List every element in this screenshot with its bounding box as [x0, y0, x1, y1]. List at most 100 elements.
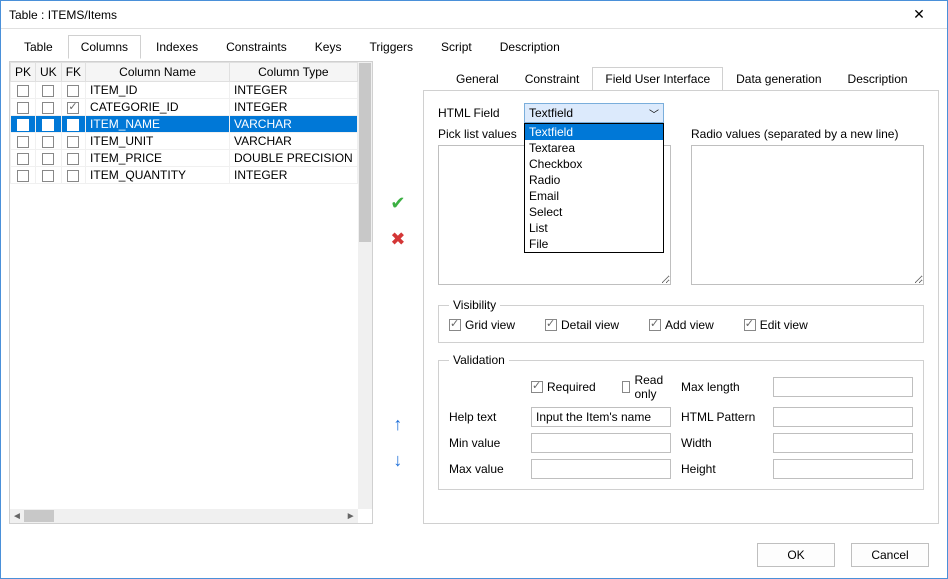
close-button[interactable]: ✕ — [899, 1, 939, 29]
column-type-cell[interactable]: INTEGER — [230, 167, 358, 184]
combo-option[interactable]: Textfield — [525, 124, 663, 140]
property-tabs: GeneralConstraintField User InterfaceDat… — [423, 61, 939, 91]
height-input[interactable] — [773, 459, 913, 479]
table-row[interactable]: ITEM_UNITVARCHAR — [11, 133, 358, 150]
uk-checkbox[interactable] — [42, 153, 54, 165]
html-field-dropdown[interactable]: TextfieldTextareaCheckboxRadioEmailSelec… — [524, 123, 664, 253]
subtab-constraint[interactable]: Constraint — [512, 67, 593, 91]
main-tabs: TableColumnsIndexesConstraintsKeysTrigge… — [1, 29, 947, 61]
titlebar: Table : ITEMS/Items ✕ — [1, 1, 947, 29]
col-header-fk[interactable]: FK — [61, 63, 85, 82]
subtab-description[interactable]: Description — [835, 67, 921, 91]
editview-checkbox[interactable]: Edit view — [744, 318, 808, 332]
fk-checkbox[interactable] — [67, 119, 79, 131]
readonly-checkbox[interactable]: Read only — [622, 373, 671, 401]
subtab-field-user-interface[interactable]: Field User Interface — [592, 67, 723, 91]
tab-constraints[interactable]: Constraints — [213, 35, 300, 59]
minvalue-input[interactable] — [531, 433, 671, 453]
combo-option[interactable]: Checkbox — [525, 156, 663, 172]
htmlpattern-input[interactable] — [773, 407, 913, 427]
visibility-legend: Visibility — [449, 298, 500, 312]
vertical-scrollbar[interactable] — [358, 62, 372, 509]
radiovalues-input[interactable] — [691, 145, 924, 285]
tab-columns[interactable]: Columns — [68, 35, 141, 59]
col-header-pk[interactable]: PK — [11, 63, 36, 82]
combo-option[interactable]: Textarea — [525, 140, 663, 156]
html-field-combo[interactable]: Textfield ﹀ — [524, 103, 664, 123]
column-name-cell[interactable]: CATEGORIE_ID — [86, 99, 230, 116]
fk-checkbox[interactable] — [67, 102, 79, 114]
column-type-cell[interactable]: INTEGER — [230, 99, 358, 116]
combo-option[interactable]: List — [525, 220, 663, 236]
ok-button[interactable]: OK — [757, 543, 835, 567]
uk-checkbox[interactable] — [42, 119, 54, 131]
combo-option[interactable]: Select — [525, 204, 663, 220]
width-input[interactable] — [773, 433, 913, 453]
table-row[interactable]: CATEGORIE_IDINTEGER — [11, 99, 358, 116]
helptext-input[interactable] — [531, 407, 671, 427]
combo-option[interactable]: Email — [525, 188, 663, 204]
maxvalue-input[interactable] — [531, 459, 671, 479]
column-type-cell[interactable]: VARCHAR — [230, 116, 358, 133]
horizontal-scrollbar[interactable]: ◄ ► — [10, 509, 358, 523]
accept-icon[interactable]: ✔ — [386, 191, 410, 215]
tab-triggers[interactable]: Triggers — [356, 35, 426, 59]
uk-checkbox[interactable] — [42, 170, 54, 182]
column-name-cell[interactable]: ITEM_ID — [86, 82, 230, 99]
column-name-cell[interactable]: ITEM_NAME — [86, 116, 230, 133]
tab-keys[interactable]: Keys — [302, 35, 355, 59]
col-header-name[interactable]: Column Name — [86, 63, 230, 82]
column-type-cell[interactable]: DOUBLE PRECISION — [230, 150, 358, 167]
pk-checkbox[interactable] — [17, 170, 29, 182]
tab-table[interactable]: Table — [11, 35, 66, 59]
minvalue-label: Min value — [449, 436, 521, 450]
tab-script[interactable]: Script — [428, 35, 485, 59]
window-title: Table : ITEMS/Items — [9, 8, 899, 22]
combo-option[interactable]: Radio — [525, 172, 663, 188]
column-type-cell[interactable]: VARCHAR — [230, 133, 358, 150]
fk-checkbox[interactable] — [67, 170, 79, 182]
pk-checkbox[interactable] — [17, 153, 29, 165]
tab-indexes[interactable]: Indexes — [143, 35, 211, 59]
table-row[interactable]: ITEM_QUANTITYINTEGER — [11, 167, 358, 184]
subtab-data-generation[interactable]: Data generation — [723, 67, 834, 91]
column-name-cell[interactable]: ITEM_QUANTITY — [86, 167, 230, 184]
detailview-checkbox[interactable]: Detail view — [545, 318, 619, 332]
cancel-button[interactable]: Cancel — [851, 543, 929, 567]
scroll-right-icon[interactable]: ► — [344, 511, 358, 522]
table-row[interactable]: ITEM_PRICEDOUBLE PRECISION — [11, 150, 358, 167]
uk-checkbox[interactable] — [42, 136, 54, 148]
helptext-label: Help text — [449, 410, 521, 424]
column-name-cell[interactable]: ITEM_UNIT — [86, 133, 230, 150]
maxlength-input[interactable] — [773, 377, 913, 397]
column-name-cell[interactable]: ITEM_PRICE — [86, 150, 230, 167]
fk-checkbox[interactable] — [67, 85, 79, 97]
gridview-checkbox[interactable]: Grid view — [449, 318, 515, 332]
scroll-left-icon[interactable]: ◄ — [10, 511, 24, 522]
move-down-icon[interactable]: ↓ — [386, 448, 410, 472]
combo-option[interactable]: File — [525, 236, 663, 252]
fk-checkbox[interactable] — [67, 136, 79, 148]
pk-checkbox[interactable] — [17, 119, 29, 131]
subtab-general[interactable]: General — [443, 67, 512, 91]
table-row[interactable]: ITEM_IDINTEGER — [11, 82, 358, 99]
pk-checkbox[interactable] — [17, 85, 29, 97]
col-header-type[interactable]: Column Type — [230, 63, 358, 82]
columns-grid[interactable]: PK UK FK Column Name Column Type ITEM_ID… — [10, 62, 358, 184]
uk-checkbox[interactable] — [42, 85, 54, 97]
table-row[interactable]: ITEM_NAMEVARCHAR — [11, 116, 358, 133]
required-checkbox[interactable]: Required — [531, 373, 596, 401]
content-area: I PK UK FK Column Name Column Type — [1, 61, 947, 532]
uk-checkbox[interactable] — [42, 102, 54, 114]
col-header-uk[interactable]: UK — [36, 63, 62, 82]
properties-pane: GeneralConstraintField User InterfaceDat… — [423, 61, 939, 524]
addview-checkbox[interactable]: Add view — [649, 318, 714, 332]
move-up-icon[interactable]: ↑ — [386, 412, 410, 436]
pk-checkbox[interactable] — [17, 136, 29, 148]
tab-description[interactable]: Description — [487, 35, 573, 59]
columns-pane: I PK UK FK Column Name Column Type — [9, 61, 373, 524]
pk-checkbox[interactable] — [17, 102, 29, 114]
column-type-cell[interactable]: INTEGER — [230, 82, 358, 99]
reject-icon[interactable]: ✖ — [386, 227, 410, 251]
fk-checkbox[interactable] — [67, 153, 79, 165]
